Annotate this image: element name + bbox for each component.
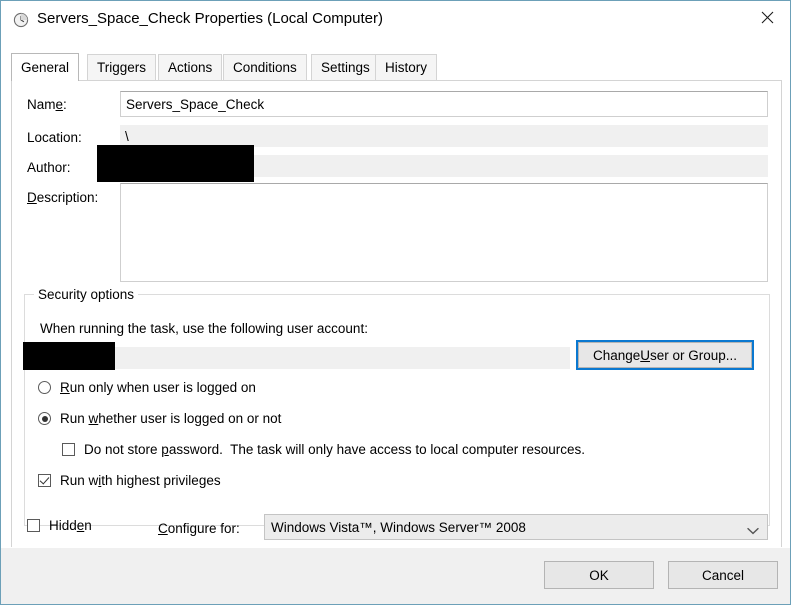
location-value-field: \ — [120, 125, 768, 147]
close-button[interactable] — [744, 1, 790, 33]
user-account-redaction — [23, 342, 115, 370]
radio-indicator-logged-on — [38, 381, 51, 394]
checkbox-do-not-store-password[interactable]: Do not store password. The task will onl… — [62, 442, 585, 457]
ok-button[interactable]: OK — [544, 561, 654, 589]
configure-for-value: Windows Vista™, Windows Server™ 2008 — [271, 519, 526, 535]
tab-triggers-label: Triggers — [97, 60, 147, 75]
user-account-field — [35, 347, 570, 369]
configure-for-select[interactable]: Windows Vista™, Windows Server™ 2008 — [264, 514, 768, 540]
window-title: Servers_Space_Check Properties (Local Co… — [37, 10, 383, 27]
tab-settings-label: Settings — [321, 60, 370, 75]
account-prompt-label: When running the task, use the following… — [40, 321, 368, 336]
location-value: \ — [125, 128, 129, 144]
checkbox-indicator-hidden — [27, 519, 40, 532]
clock-schedule-icon — [13, 12, 29, 28]
radio-run-only-when-logged-on[interactable]: Run only when user is logged on — [38, 380, 256, 395]
general-tab-panel: Name: Servers_Space_Check Location: \ Au… — [11, 80, 782, 549]
radio-run-only-when-logged-on-label: Run only when user is logged on — [60, 380, 256, 395]
checkbox-do-not-store-password-label: Do not store password. The task will onl… — [84, 442, 585, 457]
chevron-down-icon — [747, 523, 759, 535]
description-label: Description: — [27, 190, 99, 205]
name-input-value: Servers_Space_Check — [126, 96, 265, 112]
checkbox-hidden-label: Hidden — [49, 518, 92, 533]
checkbox-indicator-store-password — [62, 443, 75, 456]
dialog-button-bar: OK Cancel — [1, 547, 790, 604]
change-user-or-group-button[interactable]: Change User or Group... — [576, 340, 754, 370]
tab-history[interactable]: History — [375, 54, 438, 80]
author-redaction — [97, 145, 254, 182]
tab-conditions-label: Conditions — [233, 60, 297, 75]
location-label: Location: — [27, 130, 82, 145]
radio-run-whether-logged-on-or-not[interactable]: Run whether user is logged on or not — [38, 411, 281, 426]
checkbox-run-with-highest-privileges[interactable]: Run with highest privileges — [38, 473, 221, 488]
task-properties-window: Servers_Space_Check Properties (Local Co… — [0, 0, 791, 605]
checkbox-hidden[interactable]: Hidden — [27, 518, 92, 533]
title-bar: Servers_Space_Check Properties (Local Co… — [1, 1, 790, 39]
tab-settings[interactable]: Settings — [311, 54, 380, 80]
radio-run-whether-logged-on-or-not-label: Run whether user is logged on or not — [60, 411, 282, 426]
tab-triggers[interactable]: Triggers — [87, 54, 157, 80]
description-input[interactable] — [120, 183, 768, 282]
tab-actions-label: Actions — [168, 60, 213, 75]
tab-strip: General Triggers Actions Conditions Sett… — [11, 53, 782, 81]
security-options-group-label: Security options — [34, 287, 139, 302]
description-input-value — [121, 184, 767, 190]
cancel-button[interactable]: Cancel — [668, 561, 778, 589]
radio-indicator-whether-logged-on — [38, 412, 51, 425]
name-label: Name: — [27, 97, 67, 112]
configure-for-label: Configure for: — [158, 521, 240, 536]
tab-general-label: General — [21, 60, 70, 75]
name-input[interactable]: Servers_Space_Check — [120, 91, 768, 117]
author-label: Author: — [27, 160, 71, 175]
checkbox-run-with-highest-privileges-label: Run with highest privileges — [60, 473, 221, 488]
checkbox-indicator-highest-privileges — [38, 474, 51, 487]
tab-actions[interactable]: Actions — [158, 54, 223, 80]
tab-conditions[interactable]: Conditions — [223, 54, 307, 80]
tab-history-label: History — [385, 60, 428, 75]
tab-general[interactable]: General — [11, 53, 80, 81]
